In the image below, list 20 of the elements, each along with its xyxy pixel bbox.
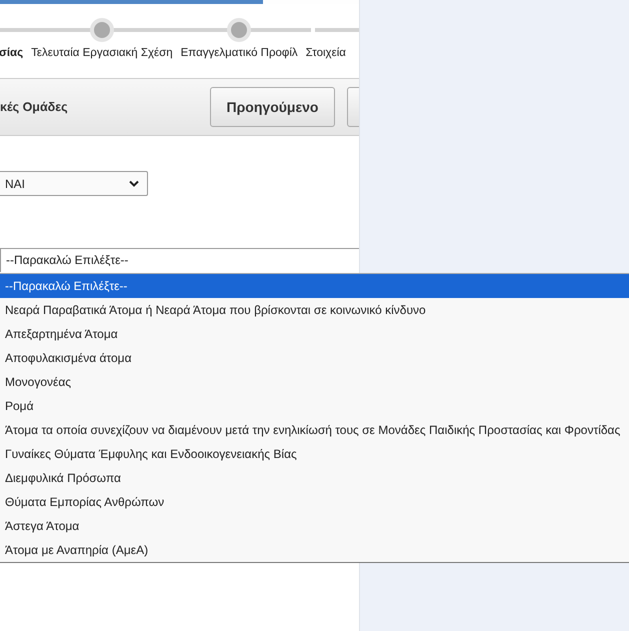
section-title: κές Ομάδες: [0, 100, 68, 114]
dropdown-option[interactable]: Άτομα τα οποία συνεχίζουν να διαμένουν μετά την ενηλικίωσή τους σε Μονάδες Παιδικής Προστασίας και Φροντίδας: [0, 418, 629, 442]
dropdown-option[interactable]: Νεαρά Παραβατικά Άτομα ή Νεαρά Άτομα που βρίσκονται σε κοινωνικό κίνδυνο: [0, 298, 629, 322]
dropdown-option[interactable]: Μονογονέας: [0, 370, 629, 394]
dropdown-option[interactable]: Άτομα με Αναπηρία (ΑμεΑ): [0, 538, 629, 562]
dropdown-option[interactable]: Θύματα Εμπορίας Ανθρώπων: [0, 490, 629, 514]
previous-button[interactable]: Προηγούμενο: [210, 87, 335, 127]
chevron-down-icon: [129, 180, 139, 187]
yes-no-select[interactable]: NAI: [0, 171, 148, 196]
step-label[interactable]: Επαγγελματικό Προφίλ: [180, 44, 298, 59]
dropdown-option[interactable]: --Παρακαλώ Επιλέξτε--: [0, 274, 629, 298]
dropdown-option[interactable]: Αποφυλακισμένα άτομα: [0, 346, 629, 370]
dropdown-option[interactable]: Απεξαρτημένα Άτομα: [0, 322, 629, 346]
dropdown-option[interactable]: Γυναίκες Θύματα Έμφυλης και Ενδοοικογενειακής Βίας: [0, 442, 629, 466]
step-label[interactable]: Τελευταία Εργασιακή Σχέση: [31, 44, 173, 59]
dropdown-option[interactable]: Ρομά: [0, 394, 629, 418]
dropdown-option[interactable]: Άστεγα Άτομα: [0, 514, 629, 538]
step-label[interactable]: Στοιχεία: [306, 44, 346, 59]
group-select[interactable]: --Παρακαλώ Επιλέξτε--: [0, 248, 359, 272]
dropdown-option[interactable]: Διεμφυλικά Πρόσωπα: [0, 466, 629, 490]
